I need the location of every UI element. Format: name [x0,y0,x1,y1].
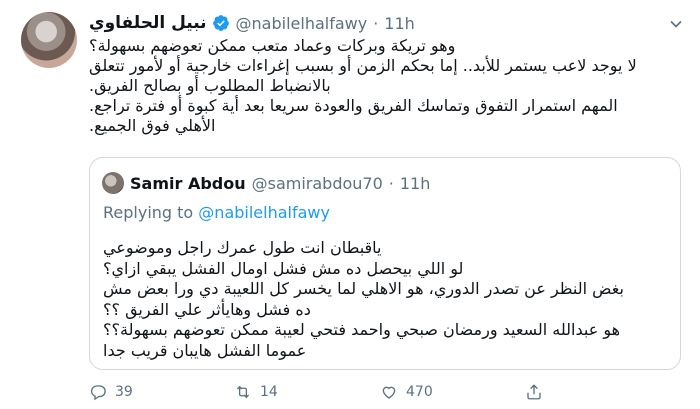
handle[interactable]: @nabilelhalfawy [236,14,368,33]
reply-icon [90,385,106,401]
tweet-card: نبيل الحلفاوي @nabilelhalfawy · 11h وهو … [0,0,700,409]
quoted-line: هو عبدالله السعيد ورمضان صبحي واحمد فتحي… [103,320,621,339]
avatar[interactable] [21,12,77,68]
reply-button[interactable]: 39 [89,383,133,401]
replying-to: Replying to @nabilelhalfawy [103,203,330,222]
like-count: 470 [406,384,433,400]
tweet-text: وهو تريكة وبركات وعماد متعب ممكن تعوضهم … [89,36,680,136]
quoted-avatar[interactable] [102,172,124,194]
tweet-line: لا يوجد لاعب يستمر للأبد.. إما بحكم الزم… [89,56,637,75]
tweet-line: الأهلي فوق الجميع. [89,116,216,135]
quoted-tweet-text: ياقبطان انت طول عمرك راجل وموضوعي لو الل… [103,238,668,361]
chevron-down-icon[interactable] [666,14,686,34]
separator-dot: · [373,13,379,33]
tweet-header: نبيل الحلفاوي @nabilelhalfawy · 11h [89,10,415,36]
quoted-display-name[interactable]: Samir Abdou [130,174,246,193]
quoted-tweet-header: Samir Abdou @samirabdou70 · 11h [102,172,430,194]
quoted-line: لو اللي بيحصل ده مش فشل اومال الفشل يبقي… [103,258,464,278]
retweet-icon [236,385,250,399]
timestamp[interactable]: 11h [384,14,415,33]
action-bar: 39 14 470 [89,383,680,405]
reply-count: 39 [115,384,133,400]
quoted-timestamp[interactable]: 11h [400,174,431,193]
quoted-line: بغض النظر عن تصدر الدوري، هو الاهلي لما … [103,279,624,298]
replying-to-mention[interactable]: @nabilelhalfawy [198,203,330,222]
share-button[interactable] [525,383,551,401]
like-button[interactable]: 470 [380,383,433,401]
retweet-button[interactable]: 14 [234,383,278,401]
tweet-line: المهم استمرار التفوق وتماسك الفريق والعو… [89,96,618,115]
quoted-line: عموما الفشل هايبان قريب جدا [103,340,307,360]
replying-to-label: Replying to [103,203,194,222]
display-name[interactable]: نبيل الحلفاوي [89,13,207,33]
verified-badge-icon [212,15,229,31]
quoted-line: ياقبطان انت طول عمرك راجل وموضوعي [103,238,382,257]
quoted-handle[interactable]: @samirabdou70 [252,174,383,193]
heart-icon [382,386,396,399]
share-icon [527,384,541,400]
quoted-tweet[interactable]: Samir Abdou @samirabdou70 · 11h Replying… [89,157,681,370]
tweet-line: وهو تريكة وبركات وعماد متعب ممكن تعوضهم … [89,36,456,55]
tweet-line: بالانضباط المطلوب أو بصالح الفريق. [89,76,331,95]
retweet-count: 14 [260,384,278,400]
quoted-line: ده فشل وهايأثر علي الفريق ؟؟ [103,299,311,319]
separator-dot: · [388,173,394,193]
